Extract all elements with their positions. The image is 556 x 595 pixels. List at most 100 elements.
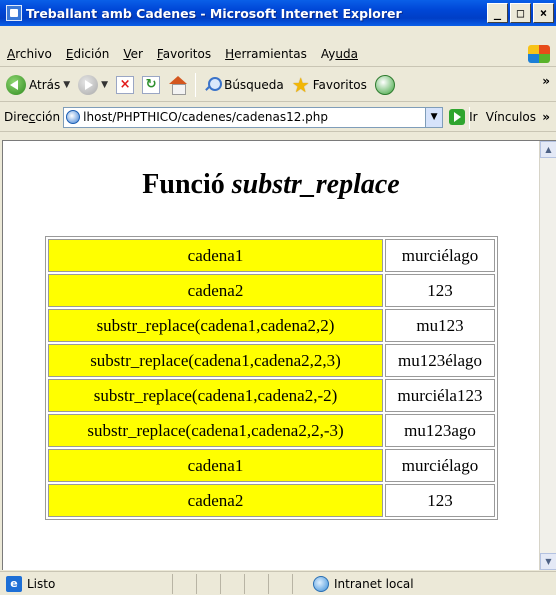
intranet-zone-icon <box>313 576 329 592</box>
row-value-cell: 123 <box>385 484 495 517</box>
table-row: substr_replace(cadena1,cadena2,2,3) mu123… <box>48 344 495 377</box>
forward-button[interactable]: ▼ <box>74 71 112 99</box>
close-button[interactable]: × <box>533 3 554 23</box>
page-title-italic: substr_replace <box>231 169 400 200</box>
menu-edicion[interactable]: Edición <box>59 47 116 61</box>
back-dropdown-icon[interactable]: ▼ <box>63 80 70 90</box>
standard-toolbar: Atrás ▼ ▼ × ↻ Búsqueda ★ Favoritos » <box>0 68 556 102</box>
status-bar: e Listo Intranet local <box>0 571 556 595</box>
favorites-star-icon: ★ <box>291 72 310 97</box>
go-label: Ir <box>469 110 478 124</box>
toolbar-overflow-chevron[interactable]: » <box>542 74 550 88</box>
page-title: Funció substr_replace <box>3 169 539 201</box>
address-label-pre: Dire <box>4 110 29 124</box>
address-label: Dirección <box>4 110 60 124</box>
ie-page-icon <box>6 5 22 21</box>
security-zone: Intranet local <box>292 574 552 594</box>
page-title-plain: Funció <box>142 169 232 200</box>
search-icon <box>203 76 223 94</box>
menu-ayuda-accel: uda <box>335 46 358 61</box>
table-row: substr_replace(cadena1,cadena2,2) mu123 <box>48 309 495 342</box>
menu-ayuda-first: Ay <box>320 46 336 61</box>
row-key-cell: cadena1 <box>48 239 383 272</box>
menu-bar: Archivo Edición Ver Favoritos Herramient… <box>0 41 556 67</box>
row-key-cell: cadena2 <box>48 274 383 307</box>
favorites-label: Favoritos <box>312 77 367 92</box>
vertical-scrollbar[interactable]: ▲ ▼ <box>539 141 556 570</box>
menu-ayuda[interactable]: Ayuda <box>314 47 365 61</box>
home-button[interactable] <box>164 71 192 99</box>
status-panel <box>172 573 196 594</box>
address-bar: Dirección lhost/PHPTHICO/cadenes/cadenas… <box>0 103 556 132</box>
zone-text: Intranet local <box>334 577 414 591</box>
forward-dropdown-icon[interactable]: ▼ <box>101 80 108 90</box>
table-row: cadena1 murciélago <box>48 239 495 272</box>
stop-button[interactable]: × <box>112 71 138 99</box>
row-value-cell: mu123élago <box>385 344 495 377</box>
row-value-cell: murciéla123 <box>385 379 495 412</box>
back-button[interactable]: Atrás ▼ <box>2 71 74 99</box>
stop-icon: × <box>116 75 135 94</box>
menu-herramientas-label: erramientas <box>234 46 307 61</box>
home-icon <box>168 75 188 95</box>
address-url[interactable]: lhost/PHPTHICO/cadenes/cadenas12.php <box>83 110 425 124</box>
menu-favoritos[interactable]: Favoritos <box>150 47 218 61</box>
scroll-up-button[interactable]: ▲ <box>540 141 556 158</box>
row-key-cell: substr_replace(cadena1,cadena2,-2) <box>48 379 383 412</box>
links-toolbar[interactable]: Vínculos <box>486 110 536 124</box>
menu-ver-accel: V <box>123 46 131 61</box>
window-title: Treballant amb Cadenes - Microsoft Inter… <box>26 5 402 21</box>
links-separator <box>469 107 470 129</box>
address-label-post: ción <box>35 110 61 124</box>
menu-archivo-label: rchivo <box>15 46 52 61</box>
title-bar: Treballant amb Cadenes - Microsoft Inter… <box>0 0 556 26</box>
media-icon <box>374 74 395 95</box>
menu-herramientas-accel: H <box>225 46 235 61</box>
menu-archivo-accel: A <box>7 46 16 61</box>
row-value-cell: 123 <box>385 274 495 307</box>
refresh-button[interactable]: ↻ <box>138 71 164 99</box>
table-row: cadena1 murciélago <box>48 449 495 482</box>
row-value-cell: mu123ago <box>385 414 495 447</box>
status-text: Listo <box>27 576 56 591</box>
status-panel <box>268 573 292 594</box>
menu-archivo[interactable]: Archivo <box>0 47 59 61</box>
windows-logo-icon <box>528 45 550 63</box>
back-label: Atrás <box>29 77 61 92</box>
window-controls: _ □ × <box>487 3 554 23</box>
menu-ver[interactable]: Ver <box>116 47 150 61</box>
minimize-button[interactable]: _ <box>487 3 508 23</box>
page-content: Funció substr_replace cadena1 murciélago c… <box>2 140 556 570</box>
browser-window: Treballant amb Cadenes - Microsoft Inter… <box>0 0 556 595</box>
table-row: substr_replace(cadena1,cadena2,2,-3) mu12… <box>48 414 495 447</box>
row-value-cell: murciélago <box>385 239 495 272</box>
forward-arrow-icon <box>78 74 99 95</box>
row-value-cell: murciélago <box>385 449 495 482</box>
address-input[interactable]: lhost/PHPTHICO/cadenes/cadenas12.php ▼ <box>63 106 444 128</box>
table-row: cadena2 123 <box>48 274 495 307</box>
search-button[interactable]: Búsqueda <box>199 71 288 99</box>
go-arrow-icon <box>449 109 466 125</box>
row-key-cell: cadena1 <box>48 449 383 482</box>
maximize-button[interactable]: □ <box>510 3 531 23</box>
media-button[interactable] <box>371 71 399 99</box>
go-button[interactable]: Ir <box>449 109 478 125</box>
menu-herramientas[interactable]: Herramientas <box>218 47 314 61</box>
results-table: cadena1 murciélago cadena2 123 substr_replac… <box>45 236 498 520</box>
table-row: substr_replace(cadena1,cadena2,-2) murcié… <box>48 379 495 412</box>
menu-edicion-label: dición <box>73 46 110 61</box>
address-dropdown-icon[interactable]: ▼ <box>425 107 443 127</box>
scroll-down-button[interactable]: ▼ <box>540 553 556 570</box>
menu-ver-label: er <box>130 46 143 61</box>
toolbar-separator <box>195 72 197 97</box>
status-panel <box>220 573 244 594</box>
row-key-cell: cadena2 <box>48 484 383 517</box>
favorites-button[interactable]: ★ Favoritos <box>288 71 371 99</box>
links-overflow-chevron[interactable]: » <box>542 110 550 124</box>
page-icon <box>66 110 81 124</box>
status-panel <box>196 573 220 594</box>
row-value-cell: mu123 <box>385 309 495 342</box>
row-key-cell: substr_replace(cadena1,cadena2,2,3) <box>48 344 383 377</box>
status-message: e Listo <box>0 575 172 592</box>
row-key-cell: substr_replace(cadena1,cadena2,2) <box>48 309 383 342</box>
